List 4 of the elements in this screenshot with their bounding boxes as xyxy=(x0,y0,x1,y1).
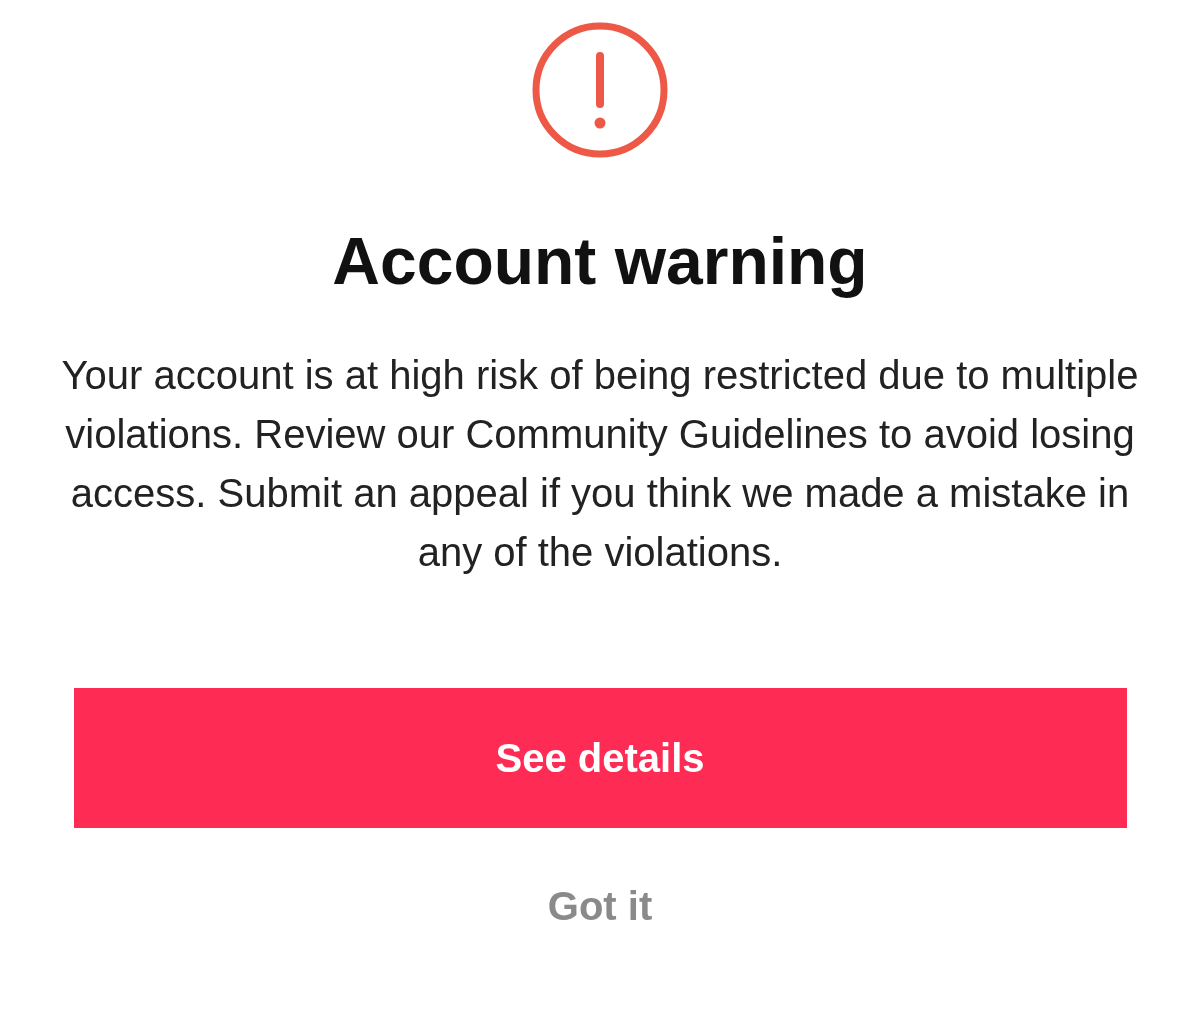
warning-message: Your account is at high risk of being restricted due to multiple violations. Review our Community Guidelines to avoid losing access. Submit an appeal if you think we made a mistake in any of the violations. xyxy=(60,352,1140,576)
see-details-button[interactable]: See details xyxy=(73,688,1127,828)
warning-icon xyxy=(530,20,670,160)
got-it-button[interactable]: Got it xyxy=(531,876,669,937)
